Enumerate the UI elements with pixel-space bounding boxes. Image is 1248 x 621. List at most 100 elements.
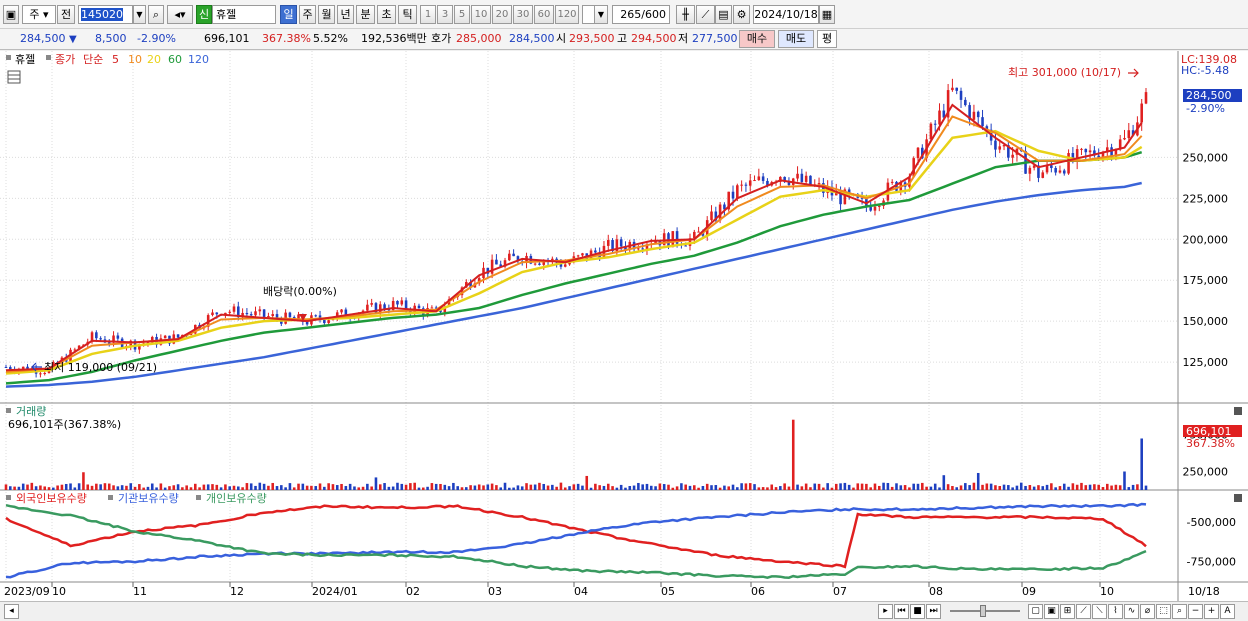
stock-name-field[interactable]: 휴젤 (212, 5, 276, 24)
candle-body (400, 300, 404, 305)
period-day-button[interactable]: 일 (280, 5, 297, 24)
period-week-button[interactable]: 주 (299, 5, 316, 24)
font-size-icon[interactable]: A (1220, 604, 1235, 619)
zoom-slider-handle[interactable] (980, 605, 986, 617)
date-field[interactable]: 2024/10/18 (753, 5, 819, 24)
period-minute-button[interactable]: 분 (356, 5, 375, 24)
volume-bar (710, 485, 713, 490)
x-axis-label: 12 (230, 585, 244, 598)
stock-code-input[interactable]: 145020 (78, 5, 133, 24)
minute-20-button[interactable]: 20 (492, 5, 512, 24)
layout-icon-1[interactable]: ▢ (1028, 604, 1043, 619)
prev-button[interactable]: 전 (57, 5, 75, 24)
volume-bar (959, 485, 963, 490)
speaker-icon[interactable]: ◂▾ (167, 5, 193, 24)
scroll-left-icon[interactable]: ◂ (4, 604, 19, 619)
stock-chart[interactable]: 250,000 225,000 200,000 175,000 150,000 125,0… (0, 51, 1248, 601)
code-dropdown-icon[interactable]: ▼ (133, 5, 146, 24)
draw-tool-icon-1[interactable]: ⟋ (1076, 604, 1091, 619)
volume-bar (714, 485, 718, 490)
volume-panel-close-icon[interactable] (1234, 407, 1242, 415)
buy-button[interactable]: 매수 (739, 30, 775, 48)
minute-1-button[interactable]: 1 (420, 5, 436, 24)
fast-forward-icon[interactable]: ⏭ (926, 604, 941, 619)
volume-bar (847, 484, 851, 490)
volume-bar (1080, 482, 1083, 490)
minute-3-button[interactable]: 3 (437, 5, 453, 24)
volume-bar (370, 486, 373, 490)
candle-body (211, 312, 214, 316)
volume-bar (675, 486, 679, 490)
candle-body (417, 305, 421, 309)
period-month-button[interactable]: 월 (318, 5, 335, 24)
candle-body (740, 184, 743, 186)
candle-body (1041, 172, 1045, 178)
candle-type-icon[interactable]: ╫ (676, 5, 695, 24)
candle-body (637, 248, 640, 250)
minute-30-button[interactable]: 30 (513, 5, 533, 24)
volume-bar (796, 484, 799, 490)
candle-body (869, 207, 872, 211)
draw-line-icon[interactable]: ⟋ (696, 5, 715, 24)
volume-bar (563, 487, 567, 490)
candle-body (1058, 170, 1062, 173)
volume-bar (921, 482, 924, 490)
volume-bar (73, 487, 77, 490)
draw-tool-icon-5[interactable]: ⌀ (1140, 604, 1155, 619)
gear-icon[interactable]: ⚙ (733, 5, 750, 24)
save-icon[interactable]: ▤ (715, 5, 732, 24)
volume-bar (602, 485, 606, 490)
volume-bar (1050, 483, 1053, 490)
rewind-icon[interactable]: ⏮ (894, 604, 909, 619)
period-unit-select[interactable]: 주 ▾ (22, 5, 56, 24)
candle-body (748, 180, 752, 186)
candle-body (563, 264, 567, 267)
volume-bar (56, 485, 59, 490)
high-label: 고 (617, 32, 628, 45)
candle-body (538, 263, 541, 265)
scroll-right-icon[interactable]: ▸ (878, 604, 893, 619)
volume-bar (1093, 484, 1096, 490)
period-tick-button[interactable]: 틱 (398, 5, 417, 24)
period-year-button[interactable]: 년 (337, 5, 354, 24)
volume-bar (516, 485, 520, 490)
volume-bar (938, 487, 941, 490)
price-tick-label: 250,000 (1183, 151, 1229, 164)
data-table-icon[interactable] (7, 70, 21, 84)
volume-bar (344, 486, 348, 490)
evaluate-button[interactable]: 평 (817, 30, 837, 48)
search-icon[interactable]: ⌕ (148, 5, 164, 24)
calendar-icon[interactable]: ▦ (819, 5, 835, 24)
candle-body (21, 366, 25, 369)
volume-bar (976, 472, 980, 490)
sell-button[interactable]: 매도 (778, 30, 814, 48)
draw-tool-icon-2[interactable]: ⟍ (1092, 604, 1107, 619)
volume-bar (757, 487, 761, 490)
minute-120-button[interactable]: 120 (555, 5, 579, 24)
plus-icon[interactable]: + (1204, 604, 1219, 619)
interval-dropdown-icon[interactable]: ▼ (594, 5, 608, 24)
draw-tool-icon-4[interactable]: ∿ (1124, 604, 1139, 619)
zoom-icon[interactable]: ⌕ (1172, 604, 1187, 619)
draw-tool-icon-3[interactable]: ⌇ (1108, 604, 1123, 619)
draw-tool-icon-6[interactable]: ⬚ (1156, 604, 1171, 619)
candle-body (508, 253, 511, 261)
volume-bar (662, 484, 666, 490)
minute-5-button[interactable]: 5 (454, 5, 470, 24)
minute-60-button[interactable]: 60 (534, 5, 554, 24)
volume-bar (340, 483, 343, 490)
volume-bar (852, 487, 855, 490)
holdings-panel-close-icon[interactable] (1234, 494, 1242, 502)
volume-bar (972, 482, 976, 490)
volume-bar (804, 483, 808, 490)
layout-icon-2[interactable]: ▣ (1044, 604, 1059, 619)
minus-icon[interactable]: − (1188, 604, 1203, 619)
volume-bar (357, 487, 361, 490)
high-annotation: 최고 301,000 (10/17) (1008, 66, 1121, 79)
minute-10-button[interactable]: 10 (471, 5, 491, 24)
layout-icon-3[interactable]: ⊞ (1060, 604, 1075, 619)
period-second-button[interactable]: 초 (377, 5, 396, 24)
count-field[interactable]: 265/600 (612, 5, 670, 24)
window-menu-icon[interactable]: ▣ (3, 5, 19, 24)
stop-icon[interactable]: ■ (910, 604, 925, 619)
